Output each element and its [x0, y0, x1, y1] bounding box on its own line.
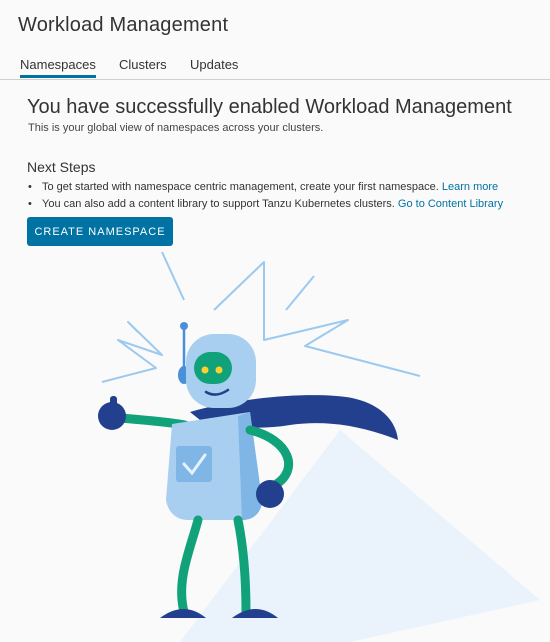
next-steps-title: Next Steps	[27, 159, 96, 175]
robot-face-icon	[194, 352, 232, 384]
tab-updates[interactable]: Updates	[190, 57, 238, 77]
next-steps-list: • To get started with namespace centric m…	[28, 179, 503, 213]
sunburst-lines-icon	[101, 251, 421, 383]
success-subline: This is your global view of namespaces a…	[28, 122, 324, 134]
robot-leg-left-icon	[177, 515, 203, 617]
success-headline: You have successfully enabled Workload M…	[27, 96, 512, 118]
learn-more-link[interactable]: Learn more	[442, 181, 498, 193]
robot-hand-right-icon	[256, 480, 284, 508]
page-title: Workload Management	[18, 14, 229, 36]
step-text: To get started with namespace centric ma…	[42, 181, 439, 193]
robot-with-cape-illustration	[98, 251, 540, 642]
bullet-icon: •	[28, 198, 32, 210]
tab-namespaces[interactable]: Namespaces	[20, 57, 96, 78]
create-namespace-button[interactable]: CREATE NAMESPACE	[27, 217, 173, 246]
checkbox-icon	[176, 446, 212, 482]
content-library-link[interactable]: Go to Content Library	[398, 198, 503, 210]
robot-foot-left-icon	[160, 609, 206, 618]
bullet-icon: •	[28, 181, 32, 193]
step-text: You can also add a content library to su…	[42, 198, 395, 210]
tab-clusters[interactable]: Clusters	[119, 57, 167, 77]
list-item: • To get started with namespace centric m…	[28, 179, 503, 196]
list-item: • You can also add a content library to s…	[28, 196, 503, 213]
tab-bar: Namespaces Clusters Updates	[0, 55, 550, 80]
